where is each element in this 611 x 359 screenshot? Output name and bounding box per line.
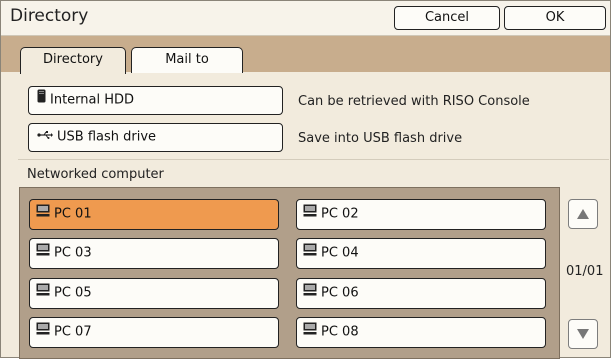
computer-list: PC 01 PC 02 PC 03 PC 04 PC 05 PC 06 PC 0… [19,187,560,359]
internal-hdd-description: Can be retrieved with RISO Console [298,94,530,109]
tab-mail-to[interactable]: Mail to [131,47,243,73]
triangle-down-icon [577,324,589,343]
dialog-title: Directory [10,6,89,26]
computer-icon [303,279,317,307]
computer-item-pc06[interactable]: PC 06 [296,278,546,309]
computer-label: PC 04 [321,245,359,261]
computer-label: PC 06 [321,285,359,301]
computer-item-pc07[interactable]: PC 07 [29,317,279,348]
divider [18,159,609,160]
computer-icon [303,239,317,267]
networked-computer-label: Networked computer [27,167,164,182]
computer-label: PC 01 [54,206,92,222]
directory-dialog: Directory Cancel OK Directory Mail to In… [0,0,611,359]
title-bar: Directory Cancel OK [1,1,610,36]
page-down-button[interactable] [568,319,598,349]
page-up-button[interactable] [568,199,598,229]
computer-item-pc02[interactable]: PC 02 [296,199,546,230]
hard-drive-icon [37,87,46,113]
computer-item-pc05[interactable]: PC 05 [29,278,279,309]
computer-icon [303,200,317,228]
internal-hdd-label: Internal HDD [50,92,135,108]
computer-icon [36,279,50,307]
triangle-up-icon [577,204,589,223]
computer-item-pc03[interactable]: PC 03 [29,238,279,269]
computer-item-pc04[interactable]: PC 04 [296,238,546,269]
computer-label: PC 07 [54,324,92,340]
tab-strip: Directory Mail to [1,36,610,74]
computer-label: PC 08 [321,324,359,340]
usb-flash-drive-label: USB flash drive [57,129,157,145]
usb-flash-drive-button[interactable]: USB flash drive [28,123,283,152]
usb-icon [37,124,53,150]
computer-item-pc08[interactable]: PC 08 [296,317,546,348]
computer-item-pc01[interactable]: PC 01 [29,199,279,230]
computer-label: PC 03 [54,245,92,261]
computer-icon [36,200,50,228]
computer-label: PC 05 [54,285,92,301]
computer-icon [36,239,50,267]
internal-hdd-button[interactable]: Internal HDD [28,86,283,115]
cancel-button[interactable]: Cancel [394,6,500,30]
tab-directory[interactable]: Directory [20,47,126,74]
ok-button[interactable]: OK [504,6,606,30]
page-indicator: 01/01 [566,264,604,279]
usb-flash-drive-description: Save into USB flash drive [298,131,463,146]
computer-icon [303,318,317,346]
computer-icon [36,318,50,346]
computer-label: PC 02 [321,206,359,222]
